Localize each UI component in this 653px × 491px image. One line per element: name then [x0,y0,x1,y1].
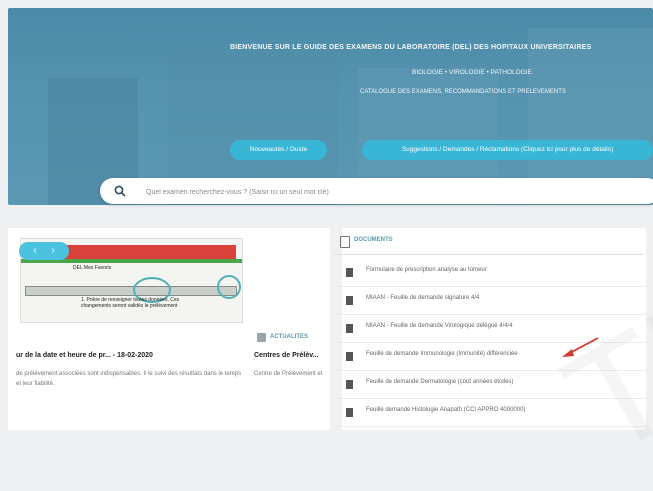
news-item-text: de prélèvement associées sont indispensa… [16,371,242,387]
hero-overlay [8,8,653,205]
slide-form-row [25,286,237,296]
document-link[interactable]: Feuille de demande Dermatologie (cout an… [366,379,513,385]
document-item[interactable]: Formulaire de prescription analyse au to… [334,258,646,287]
search-bar[interactable] [100,178,653,204]
document-link[interactable]: MIAAN - Feuille de demande Virologique d… [366,323,513,329]
search-icon [114,185,126,197]
file-icon [346,352,353,361]
news-guide-button[interactable]: Nouveautés / Guide [230,140,327,160]
slide-header-bar [41,245,236,259]
file-icon [346,380,353,389]
file-icon [346,408,353,417]
documents-header: DOCUMENTS [354,237,393,243]
news-item-text-2: Centre de Prélèvement et CMED 555 55 55 [254,371,324,377]
document-link[interactable]: Feuille de demande Immunologie (Immunité… [366,351,518,357]
file-icon [346,324,353,333]
carousel-next-button[interactable]: › [44,242,62,260]
divider [334,254,644,255]
document-icon [340,236,350,248]
slide-note: 1. Prière de renseigner toutes données. … [81,297,180,309]
hero-subtitle: BIOLOGIE • VIROLOGIE • PATHOLOGIE [412,69,532,76]
news-icon [257,333,266,342]
carousel-prev-button[interactable]: ‹ [26,242,44,260]
file-icon [346,296,353,305]
news-item-title[interactable]: ur de la date et heure de pr... - 18-02-… [16,352,153,359]
document-link[interactable]: MIAAN - Feuille de demande signature 4/4 [366,295,479,301]
hero-title: BIENVENUE SUR LE GUIDE DES EXAMENS DU LA… [230,44,592,51]
suggestions-button[interactable]: Suggestions / Demandes / Réclamations (C… [362,140,653,160]
news-section-label: ACTUALITES [270,334,308,340]
search-input[interactable] [144,182,568,202]
hero-banner [8,8,653,205]
document-link[interactable]: Feuille demande Histologie Anapath (CCI … [366,407,525,413]
news-item-title-2[interactable]: Centres de Prélèv... [254,352,318,359]
slide-highlight-ring [217,275,241,299]
hero-subtitle-2: CATALOGUE DES EXAMENS, RECOMMANDATIONS E… [360,89,566,95]
carousel-nav[interactable]: ‹ › [19,242,69,260]
slide-tag: DEL Mes Favoris [73,265,112,271]
file-icon [346,268,353,277]
document-link[interactable]: Formulaire de prescription analyse au to… [366,267,487,273]
